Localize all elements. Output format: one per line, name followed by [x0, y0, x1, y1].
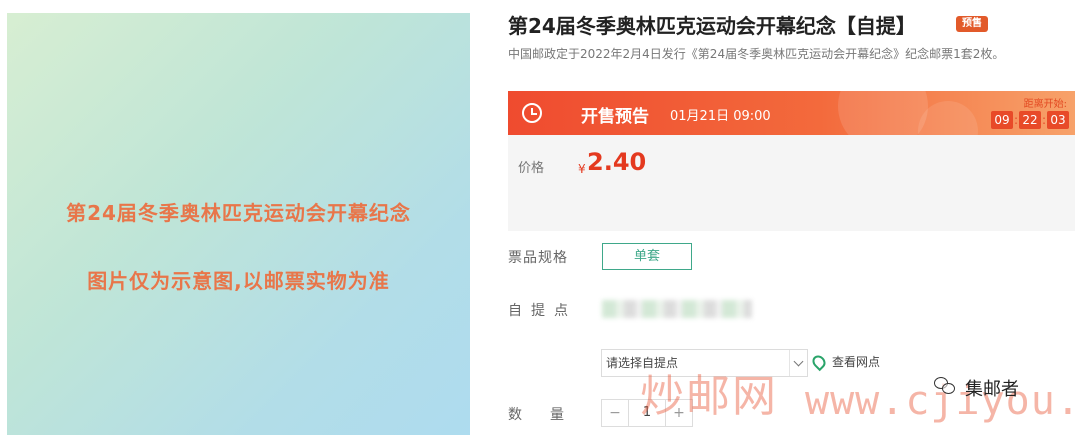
product-image: 第24届冬季奥林匹克运动会开幕纪念 图片仅为示意图,以邮票实物为准 [7, 13, 470, 435]
product-description: 中国邮政定于2022年2月4日发行《第24届冬季奥林匹克运动会开幕纪念》纪念邮票… [508, 47, 1005, 61]
pickup-address-blurred [602, 300, 752, 318]
watermark-site-name: 炒邮网 [640, 371, 778, 422]
wechat-icon [934, 377, 956, 395]
product-image-disclaimer: 图片仅为示意图,以邮票实物为准 [87, 269, 390, 293]
presale-badge: 预售 [956, 16, 988, 32]
quantity-decrease-button[interactable]: − [601, 399, 629, 427]
spec-option-single-set[interactable]: 单套 [602, 243, 692, 270]
currency-symbol: ¥ [578, 162, 586, 176]
price-value: 2.40 [587, 148, 647, 176]
presale-label: 开售预告 [581, 107, 649, 127]
countdown-seconds: 03 [1047, 111, 1069, 129]
product-title: 第24届冬季奥林匹克运动会开幕纪念【自提】 [508, 14, 916, 38]
countdown-minutes: 22 [1019, 111, 1041, 129]
banner-decoration [838, 91, 928, 135]
presale-start-time: 01月21日 09:00 [670, 109, 771, 124]
chevron-down-icon[interactable] [789, 350, 807, 376]
quantity-label: 数量 [508, 407, 592, 423]
countdown-hours: 09 [991, 111, 1013, 129]
product-image-title: 第24届冬季奥林匹克运动会开幕纪念 [66, 201, 411, 225]
wechat-account-name: 集邮者 [965, 379, 1019, 400]
map-pin-icon[interactable] [809, 352, 829, 372]
countdown-label: 距离开始: [1023, 99, 1067, 110]
spec-label: 票品规格 [508, 250, 568, 266]
pickup-label: 自提点 [508, 303, 577, 319]
clock-icon [522, 103, 542, 123]
presale-banner: 开售预告 01月21日 09:00 距离开始: 09 : 22 : 03 [508, 91, 1075, 135]
price-panel: 价格 ¥ 2.40 [508, 135, 1075, 231]
view-points-link[interactable]: 查看网点 [832, 353, 880, 370]
price-label: 价格 [518, 161, 545, 176]
countdown-timer: 09 : 22 : 03 [991, 111, 1069, 129]
